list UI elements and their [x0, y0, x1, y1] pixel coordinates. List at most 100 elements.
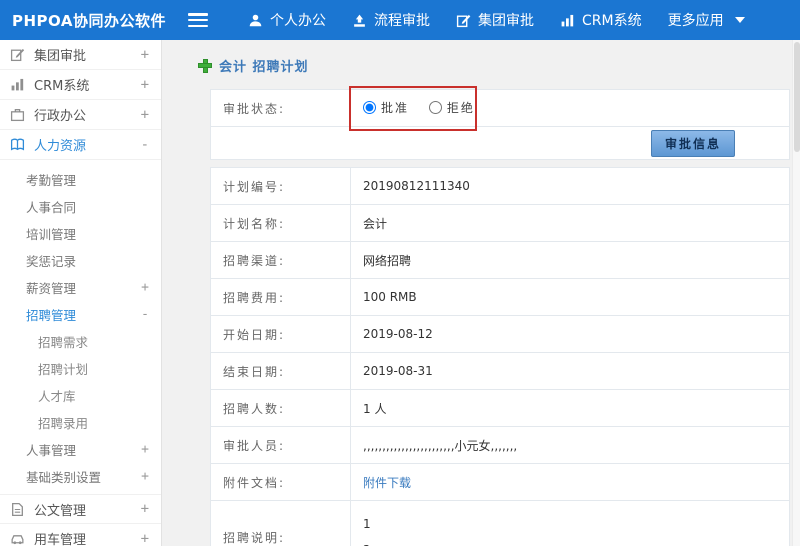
page-title: 会计 招聘计划 [198, 56, 790, 75]
sidebar-item-label: 人才库 [38, 389, 76, 404]
table-row: 结束日期: 2019-08-31 [210, 352, 790, 390]
field-label: 招聘说明: [210, 500, 351, 546]
top-navigation-bar: PHPOA协同办公软件 个人办公 流程审批 集团审批 CRM系统 更多应用 [0, 0, 800, 40]
field-value: 附件下载 [350, 463, 790, 501]
sidebar-item-recruit-hire[interactable]: 招聘录用 [0, 409, 161, 436]
status-options-cell: 批准 拒绝 [350, 89, 790, 127]
table-row: 招聘渠道: 网络招聘 [210, 241, 790, 279]
field-value: 20190812111340 [350, 167, 790, 205]
field-label: 结束日期: [210, 352, 351, 390]
table-row: 审批信息 [210, 126, 790, 160]
sidebar-item-group-approval[interactable]: 集团审批 + [0, 40, 161, 70]
sidebar-item-crm[interactable]: CRM系统 + [0, 70, 161, 100]
field-value: 会计 [350, 204, 790, 242]
radio-label: 批准 [381, 101, 410, 115]
field-value: 1 人 [350, 389, 790, 427]
field-label: 招聘费用: [210, 278, 351, 316]
expand-toggle[interactable]: + [141, 107, 149, 123]
table-row: 审批状态: 批准 拒绝 [210, 89, 790, 127]
sidebar-item-label: 招聘管理 [26, 308, 77, 323]
sidebar-item-label: 人力资源 [34, 139, 87, 154]
expand-toggle[interactable]: + [141, 469, 149, 484]
field-label: 附件文档: [210, 463, 351, 501]
description-line: 1 [363, 517, 371, 532]
sidebar-item-label: 用车管理 [34, 533, 87, 546]
sidebar-item-training[interactable]: 培训管理 [0, 220, 161, 247]
expand-toggle[interactable]: + [141, 47, 149, 63]
sidebar-item-label: 集团审批 [34, 49, 87, 64]
sidebar-item-label: 培训管理 [26, 227, 77, 242]
nav-label: 流程审批 [374, 13, 430, 29]
reject-radio[interactable] [428, 101, 442, 114]
sidebar-item-hr-contract[interactable]: 人事合同 [0, 193, 161, 220]
field-value: 网络招聘 [350, 241, 790, 279]
expand-toggle[interactable]: + [141, 501, 149, 517]
scrollbar-thumb[interactable] [794, 42, 800, 152]
briefcase-icon [10, 109, 25, 122]
sidebar-item-label: 奖惩记录 [26, 254, 77, 269]
approve-radio-option[interactable]: 批准 [363, 99, 409, 116]
table-row: 招聘说明: 1 2 [210, 500, 790, 546]
edit-icon [10, 48, 25, 62]
approval-form: 审批状态: 批准 拒绝 审批信息 计划编号: 20190812111340 计划… [210, 86, 790, 546]
field-value: 1 2 [350, 500, 790, 546]
table-row: 招聘费用: 100 RMB [210, 278, 790, 316]
hamburger-menu-icon[interactable] [188, 13, 208, 27]
expand-toggle[interactable]: + [141, 77, 149, 93]
sidebar-item-attendance[interactable]: 考勤管理 [0, 166, 161, 193]
field-label: 开始日期: [210, 315, 351, 353]
field-value: 2019-08-12 [350, 315, 790, 353]
attachment-download-link[interactable]: 附件下载 [363, 476, 411, 490]
nav-crm-system[interactable]: CRM系统 [560, 10, 642, 30]
field-label: 审批状态: [210, 89, 351, 127]
hr-submenu: 考勤管理 人事合同 培训管理 奖惩记录 薪资管理 + 招聘管理 - 招聘需求 招… [0, 160, 161, 494]
field-value: ,,,,,,,,,,,,,,,,,,,,,,,,小元女,,,,,,, [350, 426, 790, 464]
page-title-text: 会计 招聘计划 [219, 60, 309, 75]
approve-radio[interactable] [363, 101, 376, 114]
approval-info-button[interactable]: 审批信息 [650, 129, 735, 157]
person-icon [249, 14, 262, 26]
sidebar-item-base-category[interactable]: 基础类别设置 + [0, 463, 161, 490]
sidebar-item-recruitment[interactable]: 招聘管理 - [0, 301, 161, 328]
sidebar-item-rewards[interactable]: 奖惩记录 [0, 247, 161, 274]
add-plus-icon [198, 58, 212, 73]
reject-radio-option[interactable]: 拒绝 [428, 99, 475, 116]
nav-group-approval[interactable]: 集团审批 [456, 10, 534, 30]
sidebar-item-label: 招聘需求 [38, 335, 89, 350]
sidebar-item-talent-pool[interactable]: 人才库 [0, 382, 161, 409]
sidebar-item-vehicle[interactable]: 用车管理 + [0, 524, 161, 546]
table-row: 审批人员: ,,,,,,,,,,,,,,,,,,,,,,,,小元女,,,,,,, [210, 426, 790, 464]
nav-workflow-approval[interactable]: 流程审批 [352, 10, 430, 30]
sidebar-item-label: 招聘录用 [38, 416, 89, 431]
nav-personal-office[interactable]: 个人办公 [248, 10, 326, 30]
sidebar-item-recruit-plan[interactable]: 招聘计划 [0, 355, 161, 382]
expand-toggle[interactable]: + [141, 280, 149, 295]
sidebar-menu: 集团审批 + CRM系统 + 行政办公 + 人力资源 - 考勤管理 人事合同 培… [0, 40, 162, 546]
field-label: 计划名称: [210, 204, 351, 242]
field-label: 计划编号: [210, 167, 351, 205]
sidebar-item-label: 公文管理 [34, 503, 87, 519]
collapse-toggle[interactable]: - [141, 137, 149, 153]
edit-icon [456, 14, 471, 27]
table-row: 开始日期: 2019-08-12 [210, 315, 790, 353]
button-cell: 审批信息 [210, 126, 790, 160]
sidebar-item-label: 基础类别设置 [26, 470, 102, 485]
workflow-icon [354, 14, 365, 27]
sidebar-item-admin-office[interactable]: 行政办公 + [0, 100, 161, 130]
caret-down-icon [734, 17, 745, 23]
sidebar-item-salary[interactable]: 薪资管理 + [0, 274, 161, 301]
description-line: 2 [363, 538, 777, 546]
status-table: 审批状态: 批准 拒绝 审批信息 [210, 89, 790, 160]
table-row: 附件文档: 附件下载 [210, 463, 790, 501]
sidebar-item-documents[interactable]: 公文管理 + [0, 494, 161, 524]
sidebar-item-hr[interactable]: 人力资源 - [0, 130, 161, 160]
expand-toggle[interactable]: + [141, 531, 149, 546]
sidebar-item-label: 行政办公 [34, 109, 87, 124]
sidebar-item-personnel-mgmt[interactable]: 人事管理 + [0, 436, 161, 463]
sidebar-item-recruit-demand[interactable]: 招聘需求 [0, 328, 161, 355]
collapse-toggle[interactable]: - [141, 307, 149, 322]
expand-toggle[interactable]: + [141, 442, 149, 457]
table-row: 计划编号: 20190812111340 [210, 167, 790, 205]
nav-more-apps[interactable]: 更多应用 [668, 10, 745, 30]
field-value: 2019-08-31 [350, 352, 790, 390]
